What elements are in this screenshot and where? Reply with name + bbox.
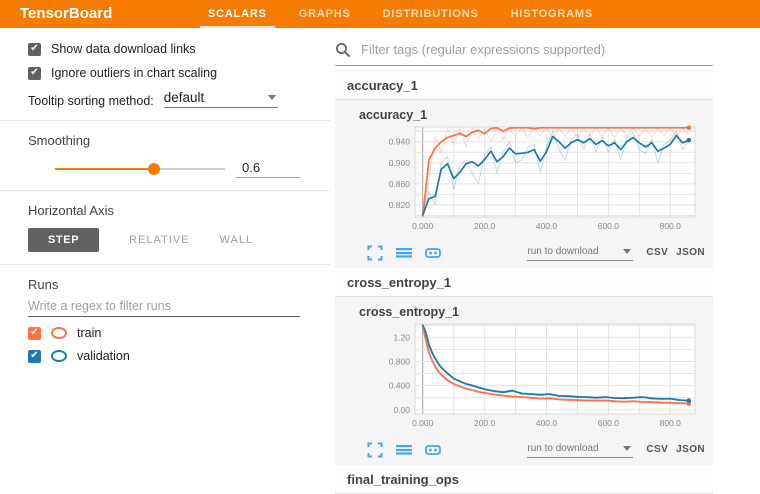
tab-graphs[interactable]: GRAPHS bbox=[299, 0, 351, 28]
smoothing-value-field[interactable]: 0.6 bbox=[236, 160, 300, 178]
tooltip-sorting-dropdown[interactable]: default bbox=[164, 90, 278, 108]
svg-text:0.940: 0.940 bbox=[389, 137, 411, 147]
tag-group-header-final-training-ops[interactable]: final_training_ops bbox=[335, 465, 713, 494]
log-scale-icon[interactable] bbox=[396, 442, 412, 458]
svg-text:0.900: 0.900 bbox=[389, 158, 411, 168]
cross-entropy-line-chart[interactable]: 0.00 0.400 0.800 1.20 0.000 200.0 400.0 600.0 80… bbox=[371, 321, 701, 439]
show-download-links-checkbox[interactable]: ✔ bbox=[28, 43, 41, 56]
smoothing-slider[interactable] bbox=[55, 168, 225, 170]
svg-text:0.00: 0.00 bbox=[393, 405, 410, 415]
chart-footer: run to download CSV JSON bbox=[367, 244, 705, 261]
tag-group-header-cross-entropy[interactable]: cross_entropy_1 bbox=[335, 268, 713, 297]
filter-tags-row bbox=[335, 28, 713, 66]
tab-distributions[interactable]: DISTRIBUTIONS bbox=[383, 0, 479, 28]
svg-text:200.0: 200.0 bbox=[474, 221, 496, 231]
app-header: TensorBoard SCALARS GRAPHS DISTRIBUTIONS… bbox=[0, 0, 760, 28]
axis-step-button[interactable]: STEP bbox=[28, 228, 99, 252]
show-download-links-row: ✔ Show data download links bbox=[28, 42, 300, 56]
smoothing-slider-fill bbox=[55, 168, 154, 170]
axis-relative-button[interactable]: RELATIVE bbox=[129, 228, 189, 252]
json-download-link[interactable]: JSON bbox=[676, 247, 705, 258]
sidebar-divider bbox=[0, 120, 330, 121]
run-to-download-label: run to download bbox=[527, 246, 598, 257]
tooltip-sorting-value: default bbox=[164, 90, 205, 105]
run-row-train: ✔ train bbox=[28, 326, 300, 340]
ignore-outliers-row: ✔ Ignore outliers in chart scaling bbox=[28, 66, 300, 80]
run-validation-label: validation bbox=[77, 349, 130, 363]
run-to-download-label: run to download bbox=[527, 443, 598, 454]
run-validation-color-swatch bbox=[51, 350, 67, 362]
dashboard-main: accuracy_1 accuracy_1 0.820 0.860 0.900 0.9… bbox=[330, 28, 760, 440]
smoothing-label: Smoothing bbox=[28, 133, 300, 148]
run-to-download-dropdown[interactable]: run to download bbox=[527, 244, 633, 261]
smoothing-slider-thumb[interactable] bbox=[148, 163, 160, 175]
svg-text:0.000: 0.000 bbox=[412, 221, 434, 231]
ignore-outliers-label: Ignore outliers in chart scaling bbox=[51, 66, 217, 80]
fit-domain-icon[interactable] bbox=[425, 245, 441, 261]
csv-download-link[interactable]: CSV bbox=[646, 444, 668, 455]
chevron-down-icon bbox=[268, 95, 276, 100]
json-download-link[interactable]: JSON bbox=[676, 444, 705, 455]
run-train-label: train bbox=[77, 326, 101, 340]
show-download-links-label: Show data download links bbox=[51, 42, 196, 56]
chevron-down-icon bbox=[623, 446, 631, 451]
svg-text:800.0: 800.0 bbox=[660, 418, 682, 428]
svg-text:600.0: 600.0 bbox=[598, 221, 620, 231]
run-to-download-dropdown[interactable]: run to download bbox=[527, 441, 633, 458]
runs-regex-input[interactable] bbox=[28, 294, 300, 317]
expand-chart-icon[interactable] bbox=[367, 245, 383, 261]
app-logo: TensorBoard bbox=[20, 0, 112, 28]
tooltip-sorting-label: Tooltip sorting method: bbox=[28, 94, 154, 108]
svg-text:1.20: 1.20 bbox=[393, 332, 410, 342]
run-train-checkbox[interactable]: ✔ bbox=[28, 327, 41, 340]
chevron-down-icon bbox=[623, 249, 631, 254]
settings-sidebar: ✔ Show data download links ✔ Ignore outl… bbox=[0, 28, 330, 440]
svg-text:200.0: 200.0 bbox=[474, 418, 496, 428]
chart-footer: run to download CSV JSON bbox=[367, 441, 705, 458]
top-nav-tabs: SCALARS GRAPHS DISTRIBUTIONS HISTOGRAMS bbox=[208, 0, 593, 28]
svg-text:800.0: 800.0 bbox=[660, 221, 682, 231]
runs-title: Runs bbox=[28, 277, 300, 292]
svg-text:0.800: 0.800 bbox=[389, 356, 411, 366]
tab-histograms[interactable]: HISTOGRAMS bbox=[511, 0, 593, 28]
csv-download-link[interactable]: CSV bbox=[646, 247, 668, 258]
expand-chart-icon[interactable] bbox=[367, 442, 383, 458]
sidebar-divider bbox=[0, 264, 330, 265]
filter-tags-input[interactable] bbox=[359, 41, 713, 58]
svg-text:0.860: 0.860 bbox=[389, 179, 411, 189]
run-train-color-swatch bbox=[51, 327, 67, 339]
chart-title: accuracy_1 bbox=[359, 108, 713, 122]
svg-text:0.820: 0.820 bbox=[389, 200, 411, 210]
svg-text:400.0: 400.0 bbox=[536, 418, 558, 428]
svg-text:0.000: 0.000 bbox=[412, 418, 434, 428]
axis-wall-button[interactable]: WALL bbox=[220, 228, 254, 252]
tab-scalars[interactable]: SCALARS bbox=[208, 0, 267, 28]
svg-text:400.0: 400.0 bbox=[536, 221, 558, 231]
horizontal-axis-label: Horizontal Axis bbox=[28, 203, 300, 218]
ignore-outliers-checkbox[interactable]: ✔ bbox=[28, 67, 41, 80]
search-icon bbox=[335, 42, 351, 58]
accuracy-line-chart[interactable]: 0.820 0.860 0.900 0.940 0.000 200.0 400.0 600.0… bbox=[371, 124, 701, 242]
log-scale-icon[interactable] bbox=[396, 245, 412, 261]
svg-text:0.400: 0.400 bbox=[389, 381, 411, 391]
sidebar-divider bbox=[0, 190, 330, 191]
svg-text:600.0: 600.0 bbox=[598, 418, 620, 428]
chart-title: cross_entropy_1 bbox=[359, 305, 713, 319]
run-row-validation: ✔ validation bbox=[28, 349, 300, 363]
run-validation-checkbox[interactable]: ✔ bbox=[28, 350, 41, 363]
chart-card-accuracy: accuracy_1 0.820 0.860 0.900 0.940 0.000 200.… bbox=[335, 100, 713, 268]
tag-group-header-accuracy[interactable]: accuracy_1 bbox=[335, 70, 713, 100]
fit-domain-icon[interactable] bbox=[425, 442, 441, 458]
